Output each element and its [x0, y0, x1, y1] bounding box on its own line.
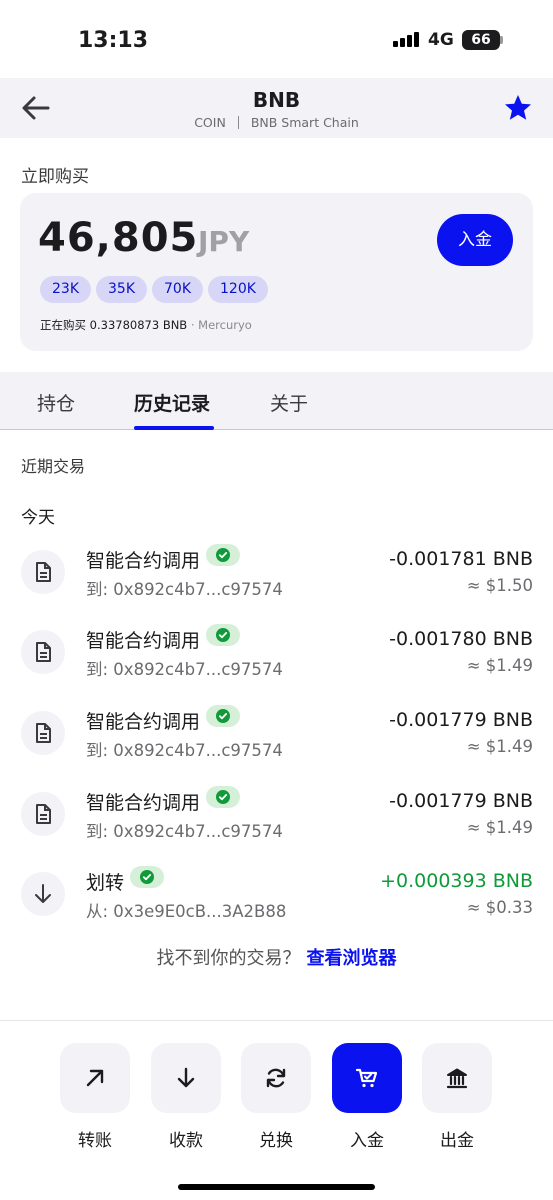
receive-action[interactable]: 收款 — [151, 1043, 221, 1151]
battery-tip — [500, 36, 503, 44]
amount-chip[interactable]: 70K — [152, 276, 203, 303]
swap-button[interactable] — [241, 1043, 311, 1113]
transaction-row[interactable]: 智能合约调用 到: 0x892c4b7...c97574 -0.001779 B… — [0, 705, 553, 781]
document-icon — [21, 550, 65, 594]
page-title: BNB — [252, 88, 301, 112]
tab-history[interactable]: 历史记录 — [134, 389, 210, 416]
transaction-title: 智能合约调用 — [86, 786, 241, 815]
view-explorer-link[interactable]: 查看浏览器 — [307, 948, 397, 969]
send-button[interactable] — [60, 1043, 130, 1113]
transaction-row[interactable]: 智能合约调用 到: 0x892c4b7...c97574 -0.001779 B… — [0, 786, 553, 862]
recent-transactions-label: 近期交易 — [21, 457, 86, 476]
amount-chips: 23K 35K 70K 120K — [40, 276, 273, 303]
buy-currency: JPY — [198, 225, 250, 258]
transaction-type: 智能合约调用 — [86, 550, 201, 572]
transaction-fiat-value: ≈ $1.49 — [466, 656, 533, 675]
transaction-title: 划转 — [86, 866, 165, 895]
arrow-down-icon — [177, 1067, 195, 1088]
transaction-title: 智能合约调用 — [86, 705, 241, 734]
buy-amount[interactable]: 46,805 — [38, 215, 198, 261]
transaction-address: 到: 0x892c4b7...c97574 — [86, 580, 283, 599]
buy-quantity: 正在购买 0.33780873 BNB — [40, 318, 188, 332]
buy-section-label: 立即购买 — [21, 167, 89, 187]
document-icon — [21, 711, 65, 755]
tab-bar: 持仓 历史记录 关于 — [0, 372, 553, 430]
transaction-amount: -0.001780 BNB — [389, 628, 533, 650]
transaction-amount: -0.001779 BNB — [389, 709, 533, 731]
transaction-fiat-value: ≈ $1.49 — [466, 818, 533, 837]
transaction-address: 到: 0x892c4b7...c97574 — [86, 822, 283, 841]
asset-subtitle: COIN BNB Smart Chain — [0, 115, 553, 130]
tab-holdings[interactable]: 持仓 — [37, 389, 75, 416]
arrow-down-icon — [21, 872, 65, 916]
transaction-row[interactable]: 划转 从: 0x3e9E0cB...3A2B88 +0.000393 BNB ≈… — [0, 866, 553, 942]
header: BNB COIN BNB Smart Chain — [0, 78, 553, 138]
favorite-button[interactable] — [502, 92, 534, 124]
buy-note: 正在购买 0.33780873 BNB · Mercuryo — [40, 317, 252, 333]
swap-icon — [266, 1068, 286, 1088]
transaction-row[interactable]: 智能合约调用 到: 0x892c4b7...c97574 -0.001780 B… — [0, 624, 553, 700]
buy-provider: · Mercuryo — [187, 318, 252, 332]
receive-button[interactable] — [151, 1043, 221, 1113]
arrow-up-right-icon — [86, 1069, 104, 1087]
transaction-amount: +0.000393 BNB — [380, 870, 533, 892]
transaction-fiat-value: ≈ $0.33 — [466, 898, 533, 917]
status-bar: 13:13 4G 66 — [0, 0, 553, 78]
transaction-type: 划转 — [86, 872, 125, 894]
battery-icon: 66 — [462, 30, 500, 50]
document-icon — [21, 630, 65, 674]
action-bar: 转账 收款 兑换 入金 出金 — [0, 1020, 553, 1200]
withdraw-label: 出金 — [440, 1131, 474, 1151]
deposit-button[interactable]: 入金 — [437, 214, 513, 266]
status-time: 13:13 — [78, 28, 149, 53]
receive-label: 收款 — [169, 1131, 203, 1151]
asset-type: COIN — [194, 115, 226, 130]
send-action[interactable]: 转账 — [60, 1043, 130, 1151]
amount-chip[interactable]: 120K — [208, 276, 268, 303]
check-circle-icon — [206, 544, 241, 566]
check-circle-icon — [206, 705, 241, 727]
withdraw-action[interactable]: 出金 — [422, 1043, 492, 1151]
buy-card: 46,805 JPY 入金 23K 35K 70K 120K 正在购买 0.33780… — [20, 193, 533, 351]
missing-transaction-note: 找不到你的交易？ 查看浏览器 — [0, 944, 553, 970]
transaction-row[interactable]: 智能合约调用 到: 0x892c4b7...c97574 -0.001781 B… — [0, 544, 553, 620]
transaction-address: 从: 0x3e9E0cB...3A2B88 — [86, 902, 287, 921]
check-circle-icon — [206, 624, 241, 646]
transaction-amount: -0.001781 BNB — [389, 548, 533, 570]
amount-chip[interactable]: 23K — [40, 276, 91, 303]
network-type: 4G — [428, 30, 454, 50]
signal-icon — [393, 31, 421, 47]
transaction-type: 智能合约调用 — [86, 630, 201, 652]
transaction-title: 智能合约调用 — [86, 624, 241, 653]
date-group-label: 今天 — [21, 508, 55, 528]
deposit-action[interactable]: 入金 — [332, 1043, 402, 1151]
transaction-type: 智能合约调用 — [86, 711, 201, 733]
subtitle-divider — [237, 116, 239, 129]
asset-chain: BNB Smart Chain — [250, 115, 359, 130]
document-icon — [21, 792, 65, 836]
transaction-fiat-value: ≈ $1.49 — [466, 737, 533, 756]
withdraw-button[interactable] — [422, 1043, 492, 1113]
swap-label: 兑换 — [259, 1131, 293, 1151]
amount-chip[interactable]: 35K — [96, 276, 147, 303]
active-tab-indicator — [134, 426, 214, 430]
missing-transaction-question: 找不到你的交易？ — [156, 948, 301, 969]
deposit-action-button[interactable] — [332, 1043, 402, 1113]
transaction-fiat-value: ≈ $1.50 — [466, 576, 533, 595]
deposit-label: 入金 — [350, 1131, 384, 1151]
star-icon — [505, 95, 531, 120]
bank-icon — [446, 1068, 468, 1089]
swap-action[interactable]: 兑换 — [241, 1043, 311, 1151]
transaction-address: 到: 0x892c4b7...c97574 — [86, 660, 283, 679]
tab-about[interactable]: 关于 — [270, 389, 308, 416]
transaction-address: 到: 0x892c4b7...c97574 — [86, 741, 283, 760]
check-circle-icon — [130, 866, 165, 888]
cart-icon — [355, 1068, 378, 1088]
transaction-title: 智能合约调用 — [86, 544, 241, 573]
home-indicator[interactable] — [178, 1184, 375, 1190]
transaction-type: 智能合约调用 — [86, 792, 201, 814]
check-circle-icon — [206, 786, 241, 808]
transaction-amount: -0.001779 BNB — [389, 790, 533, 812]
send-label: 转账 — [78, 1131, 112, 1151]
